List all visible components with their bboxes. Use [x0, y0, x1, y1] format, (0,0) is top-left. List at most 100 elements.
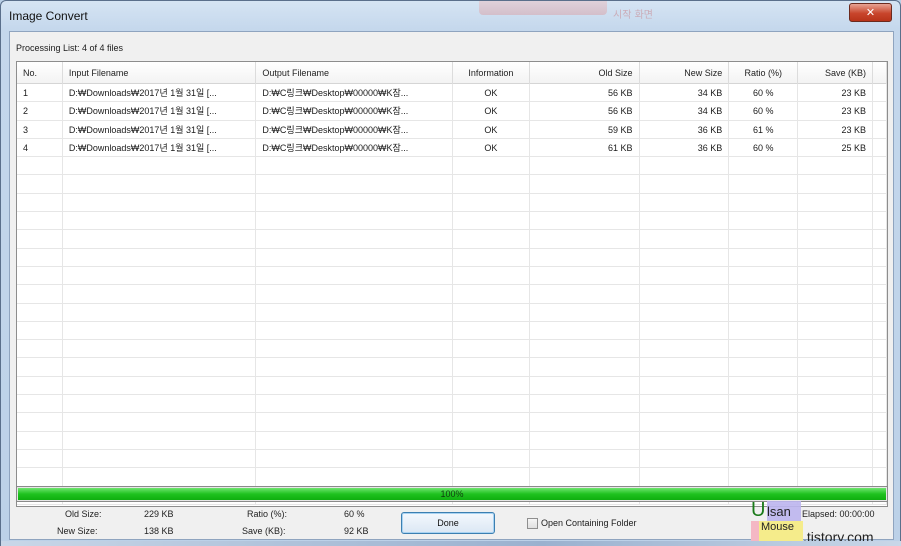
- table-row[interactable]: 2 D:₩Downloads₩2017년 1월 31일 [... D:₩C링크₩De…: [17, 102, 887, 121]
- empty-row: [17, 413, 887, 432]
- column-header-ratio[interactable]: Ratio (%): [729, 62, 799, 84]
- empty-row: [17, 431, 887, 450]
- empty-cell: [17, 431, 63, 449]
- title-bar[interactable]: 시작 화면 Image Convert ✕: [1, 1, 900, 31]
- empty-cell: [798, 413, 873, 431]
- cell-no: 4: [17, 138, 63, 157]
- column-header-information[interactable]: Information: [453, 62, 530, 84]
- client-area: Processing List: 4 of 4 files No. Input …: [9, 31, 894, 540]
- empty-cell: [530, 230, 640, 248]
- empty-cell: [798, 248, 873, 266]
- empty-cell: [453, 358, 530, 376]
- empty-cell: [256, 157, 453, 175]
- empty-row: [17, 303, 887, 322]
- empty-cell: [798, 376, 873, 395]
- empty-cell: [63, 266, 257, 285]
- empty-cell: [530, 413, 640, 431]
- close-button[interactable]: ✕: [849, 3, 892, 22]
- empty-cell: [729, 413, 799, 431]
- empty-cell: [17, 321, 63, 340]
- empty-row: [17, 285, 887, 304]
- column-header-output-filename[interactable]: Output Filename: [256, 62, 453, 84]
- empty-cell: [798, 212, 873, 230]
- empty-cell: [256, 193, 453, 212]
- empty-cell: [63, 376, 257, 395]
- empty-row: [17, 449, 887, 469]
- open-containing-folder-label[interactable]: Open Containing Folder: [541, 518, 637, 528]
- empty-cell: [256, 431, 453, 449]
- cell-old-size: 61 KB: [530, 138, 640, 157]
- empty-cell: [640, 321, 730, 340]
- cell-new-size: 36 KB: [640, 120, 730, 138]
- empty-cell: [530, 395, 640, 413]
- empty-cell: [256, 212, 453, 230]
- watermark-ilsan: lsan: [767, 504, 791, 519]
- old-size-label: Old Size:: [65, 509, 102, 519]
- table-row[interactable]: 3 D:₩Downloads₩2017년 1월 31일 [... D:₩C링크₩De…: [17, 120, 887, 139]
- empty-cell: [729, 248, 799, 266]
- empty-cell: [256, 413, 453, 431]
- empty-cell: [63, 358, 257, 376]
- empty-cell: [17, 212, 63, 230]
- cell-output-filename: D:₩C링크₩Desktop₩00000₩K잠...: [256, 138, 453, 157]
- empty-cell: [798, 468, 873, 486]
- empty-row: [17, 175, 887, 194]
- empty-cell: [640, 157, 730, 175]
- empty-cell: [530, 266, 640, 285]
- empty-cell: [63, 321, 257, 340]
- empty-cell: [729, 266, 799, 285]
- empty-cell: [63, 175, 257, 193]
- empty-cell: [729, 157, 799, 175]
- table-row[interactable]: 4 D:₩Downloads₩2017년 1월 31일 [... D:₩C링크₩De…: [17, 138, 887, 158]
- empty-row: [17, 395, 887, 414]
- column-header-no[interactable]: No.: [17, 62, 63, 84]
- table-row[interactable]: 1 D:₩Downloads₩2017년 1월 31일 [... D:₩C링크₩De…: [17, 84, 887, 103]
- empty-cell: [63, 193, 257, 212]
- empty-row: [17, 212, 887, 231]
- empty-cell: [256, 358, 453, 376]
- cell-input-filename: D:₩Downloads₩2017년 1월 31일 [...: [63, 102, 257, 120]
- empty-cell: [729, 449, 799, 468]
- empty-cell: [729, 340, 799, 358]
- empty-cell: [256, 340, 453, 358]
- empty-cell: [640, 303, 730, 321]
- empty-cell: [17, 266, 63, 285]
- empty-cell: [453, 285, 530, 303]
- empty-row: [17, 340, 887, 359]
- background-blur-text: 시작 화면: [613, 10, 653, 21]
- empty-cell: [640, 468, 730, 486]
- row-filler: [873, 175, 887, 193]
- column-header-save[interactable]: Save (KB): [798, 62, 873, 84]
- column-header-new-size[interactable]: New Size: [640, 62, 730, 84]
- done-button[interactable]: Done: [401, 512, 495, 534]
- row-filler: [873, 138, 887, 157]
- open-containing-folder-checkbox[interactable]: [527, 518, 538, 529]
- empty-cell: [256, 395, 453, 413]
- empty-cell: [530, 175, 640, 193]
- column-header-old-size[interactable]: Old Size: [530, 62, 640, 84]
- file-list-body: 1 D:₩Downloads₩2017년 1월 31일 [... D:₩C링크₩De…: [17, 84, 887, 506]
- file-list[interactable]: No. Input Filename Output Filename Infor…: [16, 61, 888, 507]
- empty-cell: [17, 285, 63, 303]
- empty-row: [17, 358, 887, 377]
- empty-cell: [453, 266, 530, 285]
- empty-cell: [729, 376, 799, 395]
- empty-row: [17, 376, 887, 396]
- empty-row: [17, 266, 887, 286]
- cell-no: 1: [17, 84, 63, 102]
- empty-cell: [17, 340, 63, 358]
- empty-cell: [640, 230, 730, 248]
- empty-cell: [640, 431, 730, 449]
- cell-save: 23 KB: [798, 84, 873, 102]
- cell-output-filename: D:₩C링크₩Desktop₩00000₩K잠...: [256, 84, 453, 102]
- empty-cell: [729, 431, 799, 449]
- empty-row: [17, 230, 887, 249]
- column-header-filler: [873, 62, 887, 84]
- empty-cell: [453, 175, 530, 193]
- empty-cell: [453, 248, 530, 266]
- empty-cell: [640, 376, 730, 395]
- empty-cell: [530, 193, 640, 212]
- column-header-input-filename[interactable]: Input Filename: [63, 62, 257, 84]
- row-filler: [873, 212, 887, 230]
- save-value: 92 KB: [344, 526, 369, 536]
